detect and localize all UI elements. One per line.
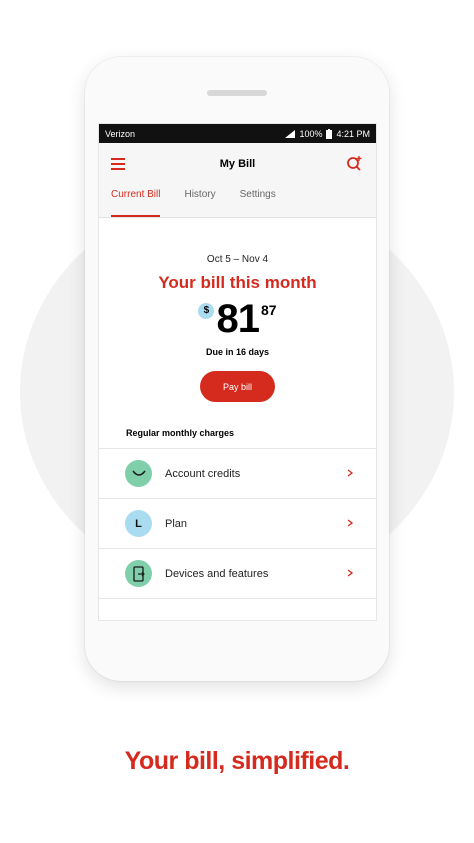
charges-list: Account credits L Plan Devices and featu… <box>99 448 376 599</box>
page-title: My Bill <box>219 158 256 170</box>
list-item-label: Account credits <box>165 467 241 480</box>
chevron-right-icon <box>347 519 354 527</box>
tab-current-bill[interactable]: Current Bill <box>99 181 172 217</box>
amount-dollars: 81 <box>216 297 259 341</box>
pay-bill-button[interactable]: Pay bill <box>200 371 275 402</box>
bill-amount: $ 81 87 <box>99 299 376 339</box>
phone-screen: Verizon 100% 4:21 PM My Bill Current Bil… <box>98 123 377 621</box>
app-header: My Bill Current Bill History Settings <box>99 143 376 218</box>
signal-icon <box>285 129 296 138</box>
phone-speaker <box>207 90 267 96</box>
tab-bar: Current Bill History Settings <box>99 181 288 217</box>
list-item-account-credits[interactable]: Account credits <box>99 449 376 499</box>
tagline: Your bill, simplified. <box>124 747 350 775</box>
dollar-sign-icon: $ <box>198 303 215 319</box>
bill-headline: Your bill this month <box>158 273 317 292</box>
tab-settings[interactable]: Settings <box>228 181 288 217</box>
amount-cents: 87 <box>260 302 277 318</box>
chevron-right-icon <box>347 569 354 577</box>
list-item-devices-and-features[interactable]: Devices and features <box>99 549 376 599</box>
carrier-label: Verizon <box>105 128 136 139</box>
list-item-label: Devices and features <box>165 567 269 580</box>
tab-history[interactable]: History <box>172 181 227 217</box>
letter-l-icon: L <box>125 510 152 537</box>
chat-search-icon[interactable] <box>346 155 362 171</box>
clock: 4:21 PM <box>336 128 370 139</box>
billing-period: Oct 5 – Nov 4 <box>206 254 269 265</box>
phone-frame: Verizon 100% 4:21 PM My Bill Current Bil… <box>85 57 389 681</box>
status-bar: Verizon 100% 4:21 PM <box>99 124 376 143</box>
smile-icon <box>125 460 152 487</box>
section-title: Regular monthly charges <box>126 428 235 438</box>
list-item-plan[interactable]: L Plan <box>99 499 376 549</box>
device-icon <box>125 560 152 587</box>
battery-icon <box>326 128 333 139</box>
list-item-label: Plan <box>165 517 188 530</box>
chevron-right-icon <box>347 469 354 477</box>
battery-level: 100% <box>299 128 323 139</box>
due-date: Due in 16 days <box>205 347 270 357</box>
